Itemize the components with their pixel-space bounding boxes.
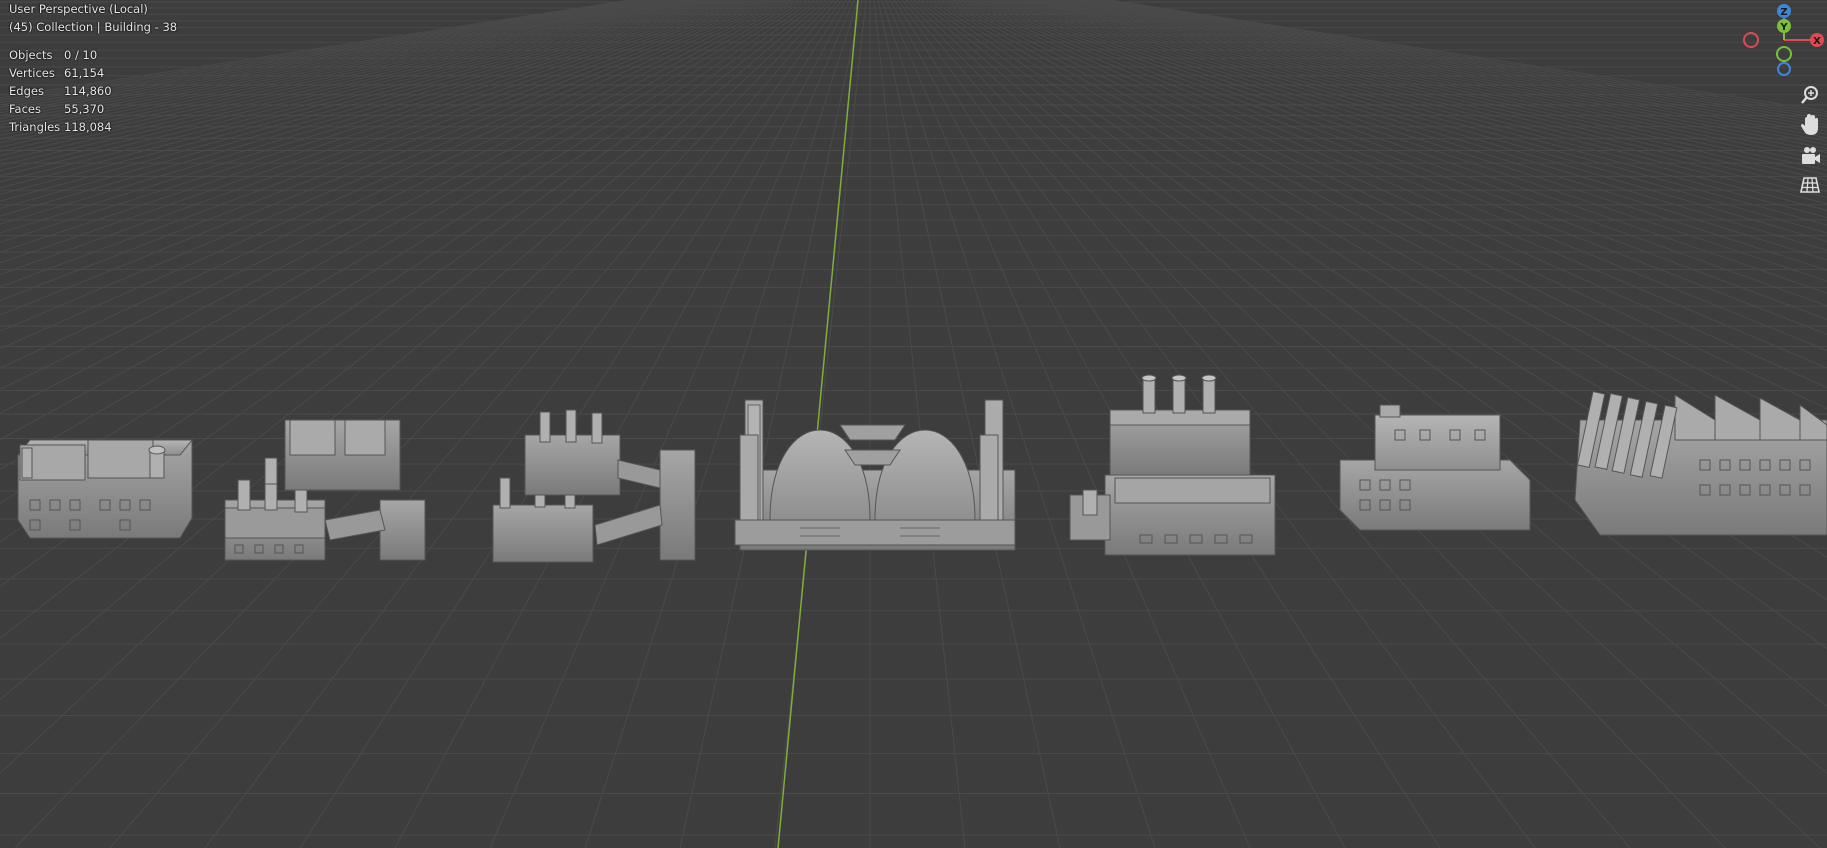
stat-row: Faces 55,370 (9, 100, 177, 118)
collection-info: (45) Collection | Building - 38 (9, 20, 178, 34)
stat-value: 114,860 (64, 84, 112, 98)
gizmo-z-label: Z (1780, 7, 1787, 18)
stat-row: Edges 114,860 (9, 82, 177, 100)
grid-icon[interactable] (1797, 172, 1823, 198)
building-model[interactable] (16, 438, 194, 539)
stat-label: Edges (9, 84, 44, 98)
scene-statistics: Objects 0 / 10 Vertices 61,154 Edges 114,860 F… (9, 46, 177, 136)
hand-icon[interactable] (1797, 112, 1823, 138)
building-model[interactable] (1339, 404, 1531, 531)
3d-viewport[interactable] (0, 0, 1827, 848)
gizmo-x-label: X (1813, 36, 1821, 47)
gizmo-y-label: Y (1779, 22, 1788, 33)
zoom-icon[interactable] (1797, 82, 1823, 108)
stat-value: 55,370 (64, 102, 105, 116)
gizmo-neg-y-axis[interactable] (1776, 46, 1792, 62)
stat-label: Faces (9, 102, 41, 116)
gizmo-neg-x-axis[interactable] (1743, 32, 1759, 48)
stat-row: Vertices 61,154 (9, 64, 177, 82)
floor-grid (0, 0, 1827, 848)
stat-value: 118,084 (64, 120, 112, 134)
stat-value: 61,154 (64, 66, 105, 80)
navigation-gizmo[interactable]: Z Y X (1740, 0, 1827, 80)
building-model[interactable] (224, 419, 426, 561)
stat-label: Vertices (9, 66, 55, 80)
stat-value: 0 / 10 (64, 48, 98, 62)
stat-row: Objects 0 / 10 (9, 46, 177, 64)
view-name: User Perspective (Local) (9, 2, 148, 16)
building-model[interactable] (492, 409, 696, 563)
building-model[interactable] (1069, 374, 1276, 556)
stat-label: Objects (9, 48, 53, 62)
gizmo-neg-z-axis[interactable] (1777, 62, 1791, 76)
stat-row: Triangles 118,084 (9, 118, 177, 136)
stat-label: Triangles (9, 120, 61, 134)
viewport-info-overlay: User Perspective (Local) (45) Collection… (9, 0, 177, 136)
building-model[interactable] (734, 399, 1016, 551)
camera-icon[interactable] (1797, 142, 1823, 168)
